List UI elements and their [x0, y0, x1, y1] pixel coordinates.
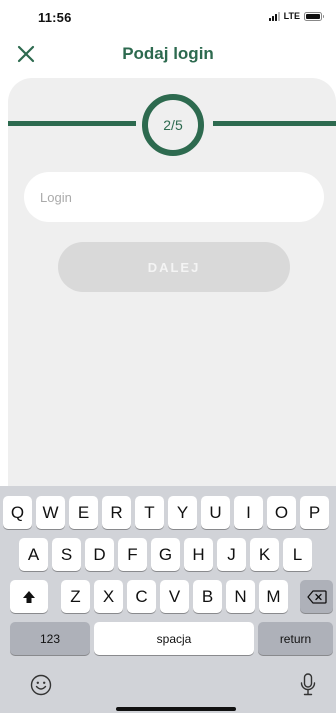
key-l[interactable]: L [283, 538, 312, 571]
key-d[interactable]: D [85, 538, 114, 571]
key-f[interactable]: F [118, 538, 147, 571]
step-indicator: 2/5 [142, 94, 204, 156]
emoji-icon [30, 674, 52, 696]
network-type: LTE [283, 11, 300, 21]
key-z[interactable]: Z [61, 580, 90, 613]
progress-line-right [213, 121, 336, 126]
key-h[interactable]: H [184, 538, 213, 571]
key-x[interactable]: X [94, 580, 123, 613]
key-b[interactable]: B [193, 580, 222, 613]
key-j[interactable]: J [217, 538, 246, 571]
key-s[interactable]: S [52, 538, 81, 571]
backspace-key[interactable] [300, 580, 333, 613]
key-o[interactable]: O [267, 496, 296, 529]
next-button[interactable]: DALEJ [58, 242, 290, 292]
home-indicator [116, 707, 236, 711]
key-e[interactable]: E [69, 496, 98, 529]
key-k[interactable]: K [250, 538, 279, 571]
form-card: 2/5 DALEJ [8, 78, 336, 498]
key-w[interactable]: W [36, 496, 65, 529]
return-key[interactable]: return [258, 622, 333, 655]
key-m[interactable]: M [259, 580, 288, 613]
status-bar: 11:56 LTE [0, 0, 336, 34]
dictation-button[interactable] [300, 673, 316, 702]
key-i[interactable]: I [234, 496, 263, 529]
battery-icon [304, 11, 324, 21]
backspace-icon [306, 589, 327, 604]
numbers-key[interactable]: 123 [10, 622, 90, 655]
header: Podaj login [0, 34, 336, 74]
status-time: 11:56 [38, 10, 72, 25]
key-u[interactable]: U [201, 496, 230, 529]
space-key[interactable]: spacja [94, 622, 254, 655]
keyboard: Q W E R T Y U I O P A S D F G H J K L Z … [0, 486, 336, 713]
login-input[interactable] [24, 172, 324, 222]
key-q[interactable]: Q [3, 496, 32, 529]
signal-icon [268, 11, 280, 21]
key-r[interactable]: R [102, 496, 131, 529]
step-label: 2/5 [163, 117, 183, 133]
progress-line-left [8, 121, 136, 126]
key-y[interactable]: Y [168, 496, 197, 529]
shift-icon [23, 590, 35, 603]
shift-key[interactable] [10, 580, 48, 613]
status-indicators: LTE [268, 11, 324, 21]
key-g[interactable]: G [151, 538, 180, 571]
key-t[interactable]: T [135, 496, 164, 529]
emoji-button[interactable] [30, 674, 52, 701]
key-c[interactable]: C [127, 580, 156, 613]
key-a[interactable]: A [19, 538, 48, 571]
key-p[interactable]: P [300, 496, 329, 529]
key-v[interactable]: V [160, 580, 189, 613]
microphone-icon [300, 673, 316, 696]
key-n[interactable]: N [226, 580, 255, 613]
page-title: Podaj login [122, 44, 214, 63]
